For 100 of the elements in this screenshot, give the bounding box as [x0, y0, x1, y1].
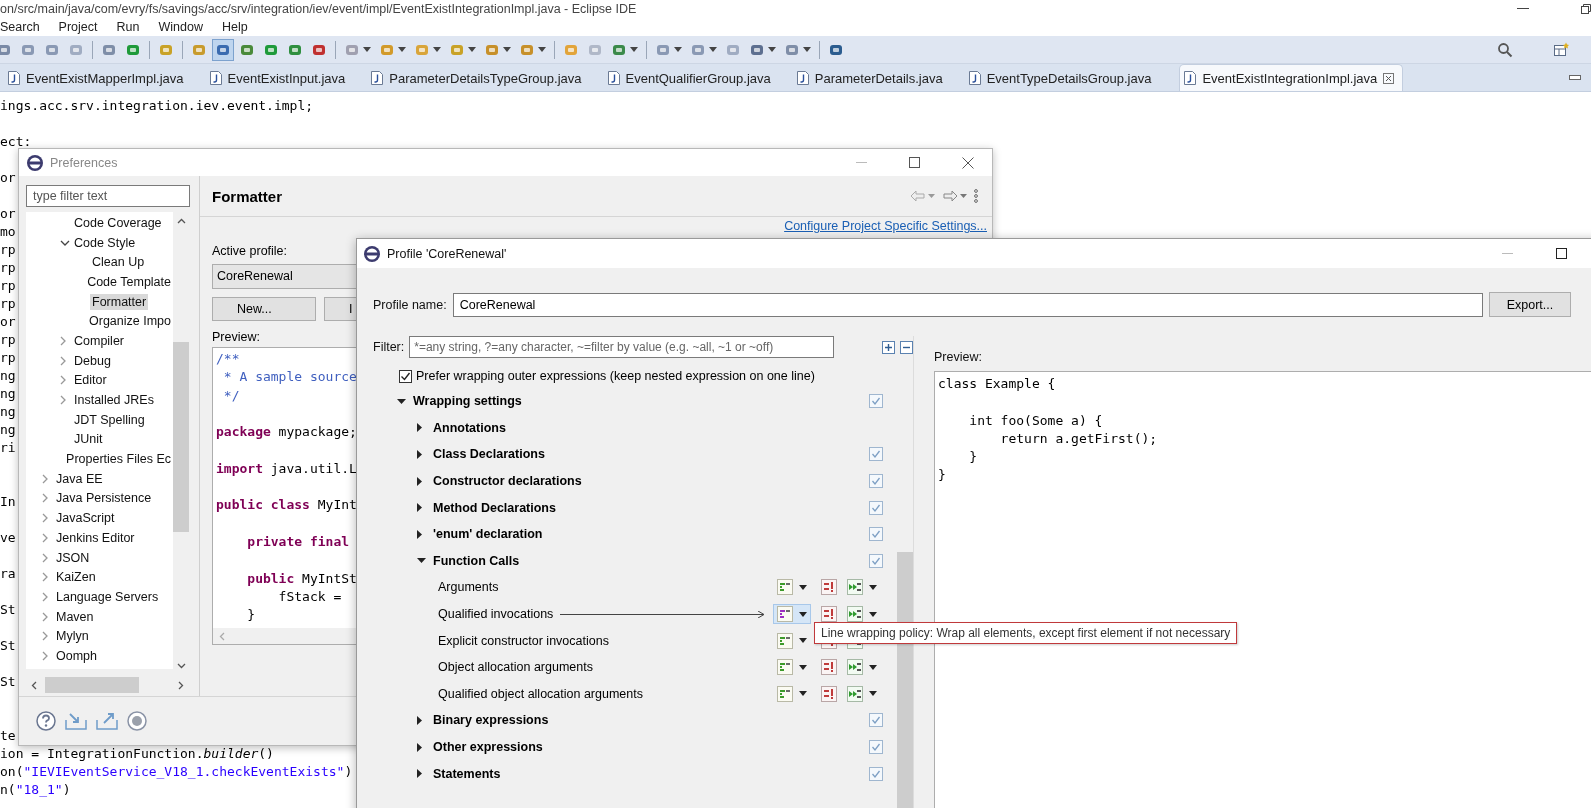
tree-item[interactable]: Code Template: [85, 273, 173, 290]
force-split-button[interactable]: [847, 685, 877, 702]
editor-tab[interactable]: EventExistInput.java: [205, 65, 368, 91]
settings-group[interactable]: Constructor declarations: [433, 474, 582, 489]
tree-item[interactable]: Jenkins Editor: [54, 529, 137, 546]
scroll-left-icon[interactable]: [31, 680, 37, 690]
tree-item[interactable]: Properties Files Ec: [64, 451, 173, 468]
menu-item[interactable]: Run: [116, 20, 140, 34]
tree-item[interactable]: Debug: [72, 352, 113, 369]
chevron-right-icon[interactable]: [42, 572, 48, 583]
collapsed-arrow-icon[interactable]: [417, 423, 422, 433]
tree-item[interactable]: Java Persistence: [54, 490, 154, 507]
toolbar-button[interactable]: [212, 38, 234, 61]
help-icon[interactable]: [36, 711, 56, 731]
collapsed-arrow-icon[interactable]: [417, 529, 422, 539]
force-split-button[interactable]: [847, 606, 877, 623]
record-icon[interactable]: [127, 711, 147, 731]
editor-tab[interactable]: ParameterDetailsTypeGroup.java: [367, 65, 604, 91]
more-icon[interactable]: [974, 189, 978, 203]
indent-policy-icon[interactable]: [821, 659, 837, 676]
scroll-up-icon[interactable]: [176, 218, 186, 224]
search-icon[interactable]: [1497, 41, 1513, 58]
expanded-arrow-icon[interactable]: [417, 558, 426, 564]
project-settings-link[interactable]: Configure Project Specific Settings...: [784, 219, 987, 233]
settings-group[interactable]: Other expressions: [433, 740, 543, 754]
tree-item[interactable]: Java EE: [54, 470, 105, 487]
tree-item[interactable]: Code Style: [72, 234, 138, 251]
chevron-right-icon[interactable]: [42, 650, 48, 661]
scroll-down-icon[interactable]: [176, 663, 186, 669]
settings-group[interactable]: Class Declarations: [433, 447, 545, 462]
editor-tab[interactable]: EventExistIntegrationImpl.java: [1179, 64, 1404, 91]
tree-item[interactable]: Editor: [72, 372, 109, 389]
export-icon[interactable]: [96, 712, 118, 730]
settings-group[interactable]: Annotations: [433, 420, 506, 435]
scroll-right-icon[interactable]: [178, 680, 184, 690]
chevron-right-icon[interactable]: [42, 513, 48, 524]
chevron-right-icon[interactable]: [42, 493, 48, 504]
tree-item[interactable]: Oomph: [54, 647, 99, 664]
tree-item[interactable]: JavaScript: [54, 510, 117, 527]
perspective-icon[interactable]: [1553, 41, 1569, 58]
force-split-button[interactable]: [847, 579, 877, 596]
chevron-right-icon[interactable]: [60, 355, 66, 366]
force-split-button[interactable]: [847, 659, 877, 676]
dialog-button[interactable]: New...: [212, 297, 316, 321]
tree-item[interactable]: Clean Up: [90, 254, 147, 271]
profile-name-field[interactable]: CoreRenewal: [452, 292, 1483, 317]
settings-group[interactable]: Method Declarations: [433, 500, 556, 515]
minimize-icon[interactable]: [1569, 75, 1581, 81]
restore-icon[interactable]: [1581, 4, 1591, 14]
collapsed-arrow-icon[interactable]: [417, 450, 422, 459]
filter-field[interactable]: type filter text: [26, 185, 190, 207]
editor-tab[interactable]: EventTypeDetailsGroup.java: [964, 65, 1174, 91]
tree-item[interactable]: Compiler: [72, 332, 126, 349]
filter-field[interactable]: *=any string, ?=any character, ~=filter by value (e.g. ~all, ~1 or ~off): [409, 336, 835, 358]
tree-item[interactable]: Installed JREs: [72, 392, 156, 409]
indent-policy-icon[interactable]: [821, 606, 837, 623]
tree-item[interactable]: JUnit: [72, 431, 105, 448]
indent-policy-icon[interactable]: [821, 685, 837, 702]
forward-icon[interactable]: [942, 190, 968, 202]
settings-group[interactable]: 'enum' declaration: [433, 527, 543, 542]
chevron-right-icon[interactable]: [42, 473, 48, 484]
tree-item[interactable]: Mylyn: [54, 628, 91, 645]
collapsed-arrow-icon[interactable]: [417, 742, 422, 752]
settings-group[interactable]: Binary expressions: [433, 713, 549, 728]
menu-item[interactable]: Window: [158, 20, 203, 34]
indent-policy-icon[interactable]: [821, 579, 837, 596]
checkbox[interactable]: [399, 369, 412, 383]
close-icon[interactable]: [962, 156, 974, 169]
collapsed-arrow-icon[interactable]: [417, 476, 422, 486]
tree-item[interactable]: Code Coverage: [72, 214, 164, 231]
chevron-right-icon[interactable]: [42, 611, 48, 622]
settings-group[interactable]: Function Calls: [433, 553, 520, 568]
editor-tab[interactable]: EventQualifierGroup.java: [603, 65, 793, 91]
chevron-right-icon[interactable]: [60, 395, 66, 406]
chevron-right-icon[interactable]: [42, 552, 48, 563]
maximize-icon[interactable]: [909, 157, 920, 168]
minimize-icon[interactable]: [1517, 8, 1529, 10]
import-icon[interactable]: [65, 712, 87, 730]
tree-item[interactable]: Organize Impo: [87, 313, 173, 330]
editor-tab[interactable]: EventExistMapperImpl.java: [4, 65, 206, 91]
tree-item[interactable]: JDT Spelling: [72, 411, 147, 428]
expanded-arrow-icon[interactable]: [397, 398, 406, 404]
menu-item[interactable]: Search: [0, 20, 40, 34]
tree-item[interactable]: Maven: [54, 608, 96, 625]
tree-item[interactable]: Formatter: [90, 293, 149, 310]
close-icon[interactable]: [1383, 72, 1395, 84]
tree-item[interactable]: Language Servers: [54, 588, 161, 605]
menu-item[interactable]: Help: [221, 20, 248, 34]
wrap-policy-button[interactable]: [773, 604, 811, 625]
chevron-right-icon[interactable]: [60, 375, 66, 386]
editor-tab[interactable]: ParameterDetails.java: [792, 65, 965, 91]
chevron-right-icon[interactable]: [60, 335, 66, 346]
expand-all-icon[interactable]: [882, 340, 895, 354]
chevron-right-icon[interactable]: [42, 591, 48, 602]
collapsed-arrow-icon[interactable]: [417, 503, 422, 513]
collapse-all-icon[interactable]: [900, 340, 913, 354]
tree-item[interactable]: JSON: [54, 549, 92, 566]
settings-group[interactable]: Wrapping settings: [413, 394, 522, 409]
export-button[interactable]: Export...: [1489, 292, 1571, 317]
menu-item[interactable]: Project: [58, 20, 98, 34]
